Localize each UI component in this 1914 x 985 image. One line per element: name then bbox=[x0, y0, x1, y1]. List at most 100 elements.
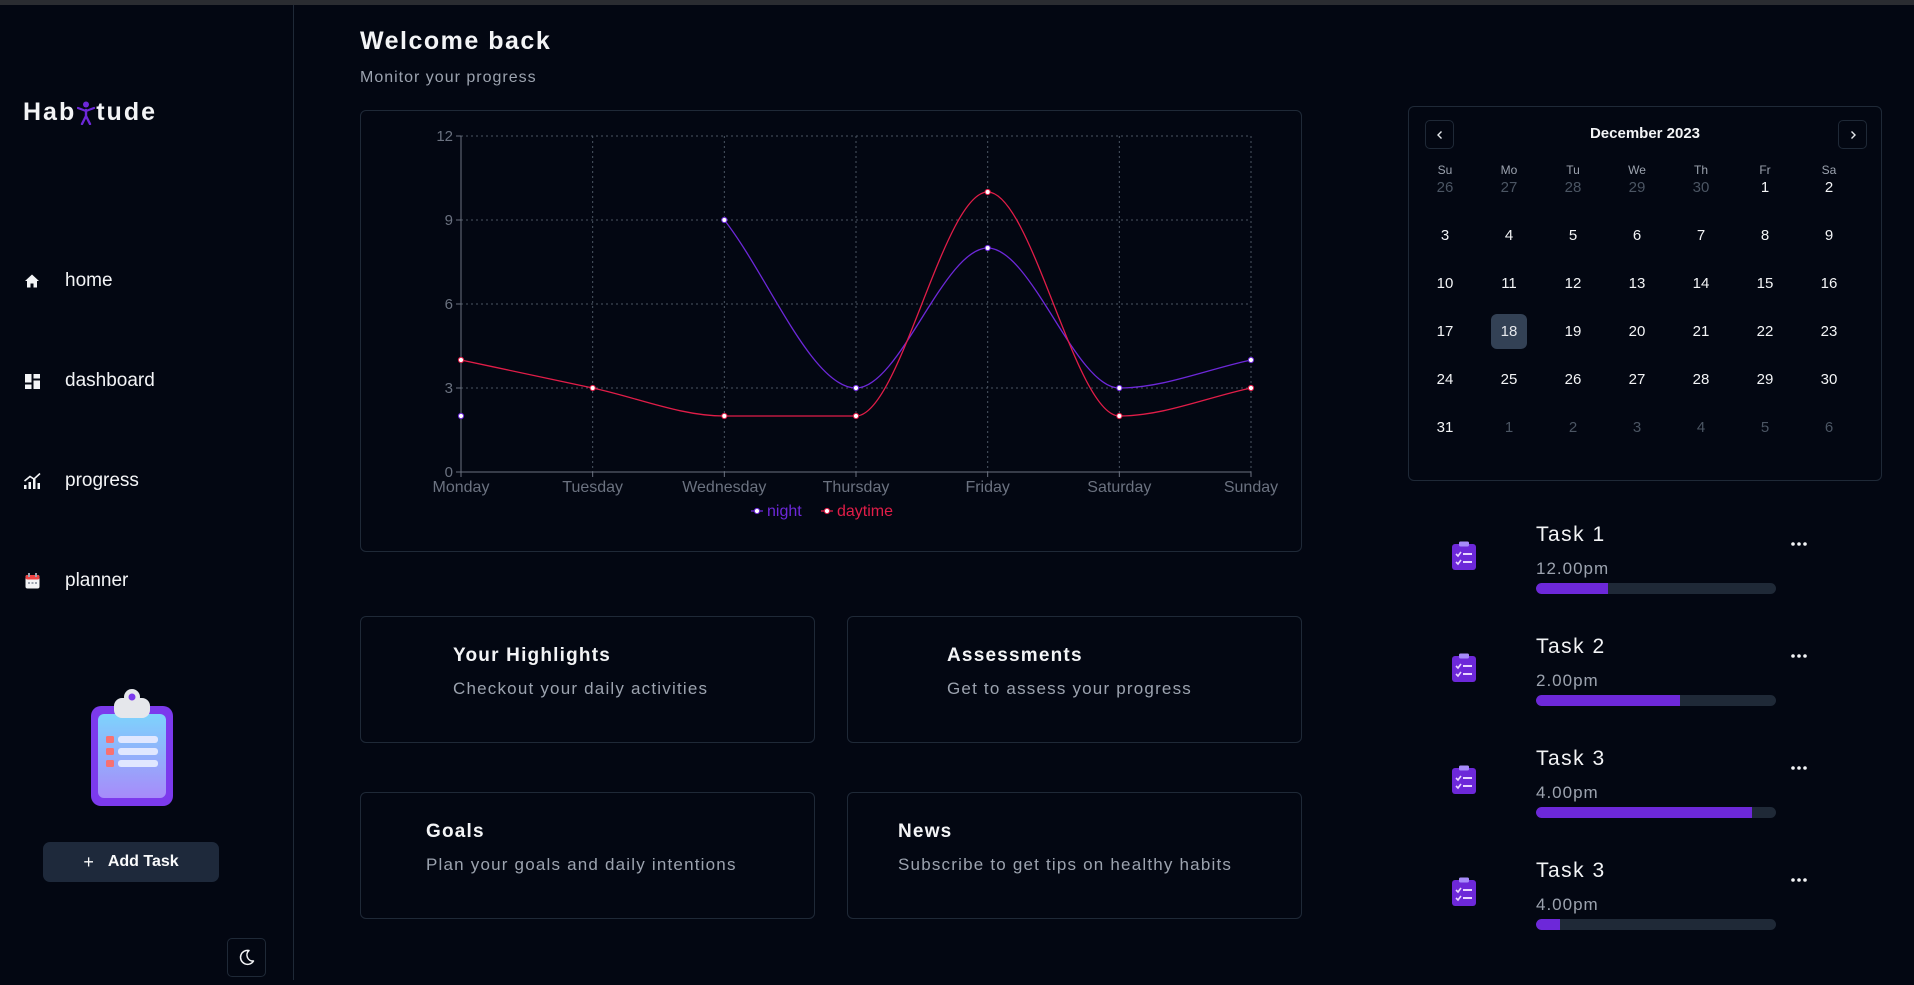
more-options-icon[interactable] bbox=[1787, 873, 1811, 887]
calendar-day-outside[interactable]: 26 bbox=[1427, 170, 1463, 205]
data-point-night bbox=[852, 384, 860, 392]
moon-icon bbox=[239, 949, 255, 966]
calendar-day-outside[interactable]: 2 bbox=[1555, 410, 1591, 445]
task-name: Task 1 bbox=[1536, 523, 1606, 546]
calendar-day[interactable]: 19 bbox=[1555, 314, 1591, 349]
card-description: Get to assess your progress bbox=[947, 679, 1192, 698]
calendar-day[interactable]: 29 bbox=[1747, 362, 1783, 397]
highlights-card[interactable]: Your Highlights Checkout your daily acti… bbox=[360, 616, 815, 743]
more-options-icon[interactable] bbox=[1787, 537, 1811, 551]
calendar-day[interactable]: 27 bbox=[1619, 362, 1655, 397]
calendar-day-outside[interactable]: 28 bbox=[1555, 170, 1591, 205]
calendar-day[interactable]: 23 bbox=[1811, 314, 1847, 349]
y-tick-label: 12 bbox=[436, 128, 453, 145]
task-progress-bar bbox=[1536, 919, 1776, 930]
sidebar-item-dashboard[interactable]: dashboard bbox=[22, 370, 155, 392]
plus-icon: + bbox=[83, 851, 94, 872]
calendar-day-outside[interactable]: 27 bbox=[1491, 170, 1527, 205]
calendar-day-outside[interactable]: 4 bbox=[1683, 410, 1719, 445]
home-icon bbox=[22, 271, 42, 291]
calendar-day[interactable]: 7 bbox=[1683, 218, 1719, 253]
card-description: Subscribe to get tips on healthy habits bbox=[898, 855, 1233, 874]
calendar-day[interactable]: 22 bbox=[1747, 314, 1783, 349]
calendar-day[interactable]: 4 bbox=[1491, 218, 1527, 253]
more-options-icon[interactable] bbox=[1787, 761, 1811, 775]
y-tick-label: 3 bbox=[445, 380, 453, 397]
add-task-button[interactable]: + Add Task bbox=[43, 842, 219, 882]
calendar-next-button[interactable] bbox=[1838, 120, 1867, 149]
calendar-day[interactable]: 18 bbox=[1491, 314, 1527, 349]
calendar-day-outside[interactable]: 6 bbox=[1811, 410, 1847, 445]
calendar-day[interactable]: 10 bbox=[1427, 266, 1463, 301]
goals-card[interactable]: Goals Plan your goals and daily intentio… bbox=[360, 792, 815, 919]
calendar-day[interactable]: 16 bbox=[1811, 266, 1847, 301]
legend-marker-point bbox=[823, 507, 831, 515]
task-item[interactable]: Task 3 4.00pm bbox=[1440, 859, 1820, 959]
sidebar-item-label: progress bbox=[65, 470, 139, 491]
planner-icon bbox=[22, 571, 42, 591]
more-options-icon[interactable] bbox=[1787, 649, 1811, 663]
task-time: 4.00pm bbox=[1536, 895, 1599, 914]
calendar-day[interactable]: 30 bbox=[1811, 362, 1847, 397]
calendar-day[interactable]: 12 bbox=[1555, 266, 1591, 301]
calendar-day-outside[interactable]: 1 bbox=[1491, 410, 1527, 445]
x-tick-label: Monday bbox=[433, 479, 490, 496]
person-logo-icon bbox=[77, 101, 96, 125]
calendar-day-outside[interactable]: 30 bbox=[1683, 170, 1719, 205]
calendar-day[interactable]: 9 bbox=[1811, 218, 1847, 253]
calendar-day[interactable]: 25 bbox=[1491, 362, 1527, 397]
sidebar-item-label: home bbox=[65, 270, 113, 291]
calendar-day[interactable]: 14 bbox=[1683, 266, 1719, 301]
calendar-day-outside[interactable]: 29 bbox=[1619, 170, 1655, 205]
calendar-day[interactable]: 15 bbox=[1747, 266, 1783, 301]
progress-icon bbox=[22, 471, 42, 491]
page-title: Welcome back bbox=[360, 27, 552, 55]
sidebar-item-planner[interactable]: planner bbox=[22, 570, 128, 592]
news-card[interactable]: News Subscribe to get tips on healthy ha… bbox=[847, 792, 1302, 919]
calendar-day-outside[interactable]: 5 bbox=[1747, 410, 1783, 445]
calendar-day[interactable]: 21 bbox=[1683, 314, 1719, 349]
legend-label: night bbox=[767, 503, 802, 520]
sidebar: Hab tude home dashboard progress planner bbox=[0, 5, 294, 980]
calendar-day[interactable]: 1 bbox=[1747, 170, 1783, 205]
card-title: Goals bbox=[426, 821, 485, 842]
task-item[interactable]: Task 2 2.00pm bbox=[1440, 635, 1820, 735]
x-tick-label: Tuesday bbox=[562, 479, 623, 496]
task-name: Task 3 bbox=[1536, 747, 1606, 770]
data-point-night bbox=[1247, 356, 1255, 364]
y-tick-label: 9 bbox=[445, 212, 453, 229]
data-point-night bbox=[1116, 384, 1123, 392]
calendar-day[interactable]: 31 bbox=[1427, 410, 1463, 445]
calendar-day[interactable]: 20 bbox=[1619, 314, 1655, 349]
task-progress-bar bbox=[1536, 807, 1776, 818]
calendar-day[interactable]: 11 bbox=[1491, 266, 1527, 301]
task-item[interactable]: Task 3 4.00pm bbox=[1440, 747, 1820, 847]
calendar-day[interactable]: 3 bbox=[1427, 218, 1463, 253]
sidebar-item-progress[interactable]: progress bbox=[22, 470, 139, 492]
app-logo[interactable]: Hab tude bbox=[23, 98, 157, 127]
calendar-day[interactable]: 2 bbox=[1811, 170, 1847, 205]
calendar-day[interactable]: 26 bbox=[1555, 362, 1591, 397]
calendar-day[interactable]: 13 bbox=[1619, 266, 1655, 301]
calendar-day[interactable]: 24 bbox=[1427, 362, 1463, 397]
sidebar-item-label: planner bbox=[65, 570, 129, 591]
data-point-night bbox=[984, 244, 991, 252]
theme-toggle-button[interactable] bbox=[227, 938, 266, 977]
calendar-day-outside[interactable]: 3 bbox=[1619, 410, 1655, 445]
calendar-day[interactable]: 28 bbox=[1683, 362, 1719, 397]
data-point-night bbox=[457, 412, 465, 420]
calendar-day[interactable]: 8 bbox=[1747, 218, 1783, 253]
task-progress-fill bbox=[1536, 919, 1560, 930]
calendar-day[interactable]: 6 bbox=[1619, 218, 1655, 253]
task-item[interactable]: Task 1 12.00pm bbox=[1440, 523, 1820, 623]
logo-text-right: tude bbox=[96, 98, 158, 126]
page-subtitle: Monitor your progress bbox=[360, 69, 537, 86]
data-point-daytime bbox=[1116, 412, 1123, 420]
clipboard-illustration bbox=[91, 689, 173, 806]
sidebar-item-home[interactable]: home bbox=[22, 270, 113, 292]
assessments-card[interactable]: Assessments Get to assess your progress bbox=[847, 616, 1302, 743]
task-progress-fill bbox=[1536, 695, 1680, 706]
calendar-day[interactable]: 17 bbox=[1427, 314, 1463, 349]
calendar-day[interactable]: 5 bbox=[1555, 218, 1591, 253]
y-tick-label: 6 bbox=[445, 296, 453, 313]
